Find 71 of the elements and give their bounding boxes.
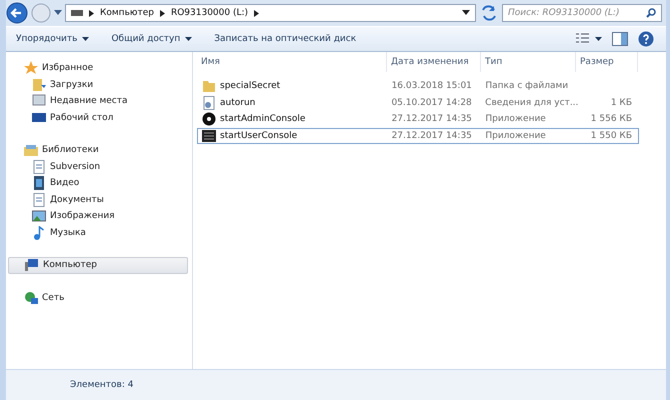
film-icon [32, 176, 46, 190]
file-name: startUserConsole [220, 130, 298, 141]
date-cell-text: 27.12.2017 14:35 [390, 114, 473, 124]
nav-item[interactable]: Компьютер [8, 257, 188, 274]
toolbar-button[interactable]: Общий доступ [105, 31, 198, 47]
date-cell-text: 05.10.2017 14:28 [390, 98, 473, 108]
nav-item[interactable]: Subversion [6, 158, 192, 175]
document-icon [32, 192, 46, 207]
size-cell: 1 556 КБ [590, 114, 632, 124]
item-count: Элементов: 4 [70, 380, 134, 390]
disc-icon [202, 112, 216, 126]
preview-pane-icon[interactable] [612, 32, 628, 46]
toolbar-button[interactable]: Упорядочить [10, 31, 96, 47]
caret-icon[interactable] [82, 36, 90, 42]
desktop-icon [32, 110, 46, 125]
size-cell: 1 КБ [610, 98, 632, 108]
library-icon [24, 143, 38, 158]
folder-icon [202, 79, 216, 94]
folder-icon [32, 78, 46, 92]
breadcrumb[interactable]: RO93130000 (L:) [170, 8, 248, 18]
nav-item[interactable]: Библиотеки [8, 142, 188, 158]
nav-item[interactable]: Изображения [6, 208, 192, 224]
size-cell: 1 550 КБ [590, 130, 632, 141]
nav-item[interactable]: Документы [6, 192, 192, 208]
type-cell-text: Папка с файлами [484, 81, 570, 92]
nav-item[interactable]: Недавние места [6, 93, 192, 110]
console-icon [202, 128, 216, 143]
star-icon [24, 61, 38, 76]
dropdown-icon[interactable] [462, 10, 470, 16]
back-icon[interactable] [6, 2, 28, 24]
file-name: startAdminConsole [220, 114, 306, 124]
nav-item[interactable]: Рабочий стол [6, 110, 192, 126]
document-icon [32, 160, 46, 174]
toolbar-button[interactable]: Записать на оптический диск [208, 31, 362, 47]
file-name: specialSecret [220, 81, 280, 92]
date-cell-text: 16.03.2018 15:01 [390, 81, 473, 92]
music-note-icon [32, 226, 46, 240]
search-icon[interactable] [646, 8, 656, 18]
address-field[interactable]: Компьютер RO93130000 (L:) [65, 4, 476, 22]
chevron-icon[interactable] [160, 10, 165, 16]
breadcrumb[interactable]: Компьютер [100, 8, 154, 18]
type-cell-text: Приложение [484, 130, 547, 141]
column-header[interactable]: Тип [481, 52, 576, 72]
file-row[interactable]: startUserConsole 27.12.2017 14:35 Приложение 1 550 КБ [197, 128, 639, 144]
date-cell-text: 27.12.2017 14:35 [390, 130, 473, 141]
settings-file-icon [202, 96, 216, 110]
chevron-icon[interactable] [89, 10, 94, 16]
type-cell-text: Сведения для уст... [484, 98, 576, 108]
chevron-icon[interactable] [254, 10, 260, 16]
file-row[interactable]: autorun 05.10.2017 14:28 Сведения для уст... 1 КБ [197, 94, 639, 111]
nav-item[interactable]: Загрузки [6, 76, 192, 93]
column-header[interactable]: Размер [576, 52, 638, 72]
nav-item[interactable]: Избранное [8, 60, 188, 76]
nav-item[interactable]: Музыка [6, 224, 192, 241]
computer-icon [25, 258, 39, 272]
type-cell-text: Приложение [484, 114, 547, 124]
nav-item[interactable]: Сеть [8, 290, 188, 306]
drive-icon [71, 10, 83, 16]
globe-icon [24, 290, 38, 305]
help-icon[interactable] [638, 31, 654, 47]
caret-icon[interactable] [54, 10, 62, 16]
file-name: autorun [220, 98, 256, 108]
view-icon[interactable] [576, 33, 602, 45]
image-icon [32, 209, 46, 224]
column-header[interactable]: Дата изменения [387, 52, 481, 72]
file-row[interactable]: startAdminConsole 27.12.2017 14:35 Приложение 1 556 КБ [197, 111, 639, 128]
caret-icon[interactable] [185, 36, 192, 42]
file-row[interactable]: specialSecret 16.03.2018 15:01 Папка с файлами [197, 78, 639, 94]
nav-item[interactable]: Видео [6, 175, 192, 192]
window-icon [32, 94, 46, 108]
column-header[interactable]: Имя [197, 52, 387, 72]
